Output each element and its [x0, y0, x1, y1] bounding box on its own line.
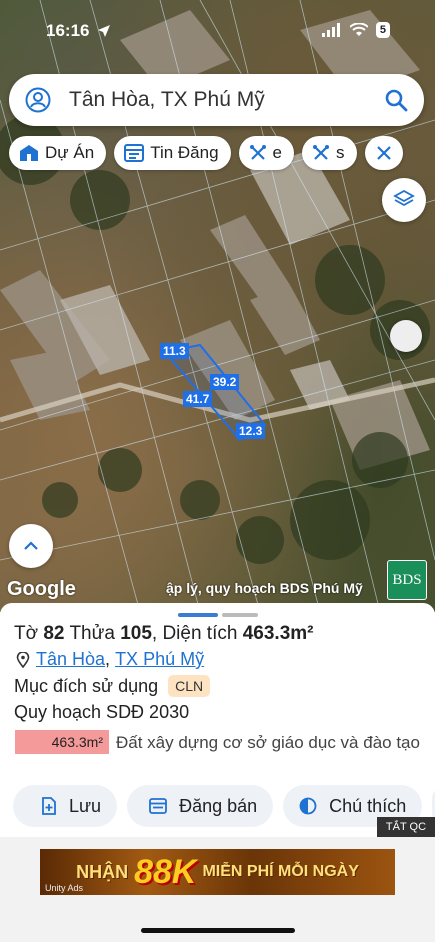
ward-link[interactable]: Tân Hòa: [36, 649, 105, 670]
signal-icon: [321, 23, 340, 37]
plan-area-bar: 463.3m²: [15, 730, 109, 754]
listing-icon: [149, 798, 167, 814]
plot-edge-label: 41.7: [183, 391, 213, 407]
save-button[interactable]: Lưu: [13, 785, 118, 827]
plot-edge-label: 39.2: [210, 374, 240, 390]
map-view[interactable]: 11.3 39.2 41.7 12.3 16:16 5 Tân Hòa, TX …: [0, 0, 435, 612]
plan-heading: Quy hoạch SDĐ 2030: [14, 702, 190, 722]
sheet-page-indicator[interactable]: [178, 613, 258, 617]
chip-tool-more[interactable]: [364, 136, 403, 170]
save-label: Lưu: [69, 795, 102, 816]
post-sale-button[interactable]: Đăng bán: [127, 785, 274, 827]
chip-label: Tin Đăng: [150, 143, 219, 162]
plot-edge-label: 11.3: [160, 343, 189, 359]
purpose-code-badge: CLN: [168, 675, 211, 697]
wifi-icon: [349, 23, 368, 36]
parcel-title: Tờ 82 Thửa 105, Diện tích 463.3m²: [14, 623, 314, 644]
battery-indicator: 5: [375, 22, 390, 38]
tools-icon: [313, 145, 330, 160]
lot-label: Thửa: [69, 623, 115, 644]
listing-icon: [124, 144, 145, 162]
page-dot: [222, 613, 258, 617]
ad-text-3: MIỄN PHÍ MỖI NGÀY: [202, 863, 359, 880]
parcel-address: Tân Hòa, TX Phú Mỹ: [16, 649, 204, 670]
layers-icon: [393, 189, 415, 207]
plot-edge-label: 12.3: [236, 423, 266, 439]
layers-button[interactable]: [382, 178, 426, 222]
post-sale-label: Đăng bán: [179, 795, 258, 816]
land-purpose: Mục đích sử dụng CLN: [14, 675, 211, 697]
map-drag-handle[interactable]: [390, 320, 422, 352]
ad-banner[interactable]: NHẬN 88K MIỄN PHÍ MỖI NGÀY Unity Ads: [40, 849, 395, 895]
map-credit: ập lý, quy hoạch BDS Phú Mỹ: [166, 580, 363, 596]
chip-label: Dự Án: [45, 143, 95, 162]
tools-icon: [249, 145, 266, 160]
chip-tool-e[interactable]: e: [238, 136, 295, 170]
tools-icon: [376, 146, 391, 160]
search-bar[interactable]: Tân Hòa, TX Phú Mỹ: [9, 74, 424, 126]
chip-label: e: [272, 143, 283, 162]
user-icon[interactable]: [25, 87, 51, 113]
home-indicator[interactable]: [141, 928, 295, 933]
close-ad-button[interactable]: TẮT QC: [377, 817, 435, 837]
expand-up-button[interactable]: [9, 524, 53, 568]
ad-sponsor: Unity Ads: [45, 883, 84, 893]
search-icon[interactable]: [384, 88, 408, 112]
chip-label: s: [336, 143, 345, 162]
legend-label: Chú thích: [329, 795, 407, 816]
purpose-label: Mục đích sử dụng: [14, 675, 159, 696]
area-value: 463.3m²: [242, 623, 314, 644]
search-input[interactable]: Tân Hòa, TX Phú Mỹ: [69, 88, 384, 112]
chevron-up-icon: [24, 541, 38, 550]
town-link[interactable]: TX Phú Mỹ: [115, 649, 204, 670]
contrast-icon: [299, 797, 317, 815]
parcel-info-sheet: Tờ 82 Thửa 105, Diện tích 463.3m² Tân Hò…: [0, 603, 435, 839]
sheet-number: 82: [43, 623, 65, 644]
sheet-label: Tờ: [14, 623, 39, 644]
ad-text-1: NHẬN: [76, 861, 129, 882]
building-icon: [20, 145, 38, 161]
ad-text-2: 88K: [134, 852, 197, 891]
chip-tool-s[interactable]: s: [302, 136, 357, 170]
ad-area: NHẬN 88K MIỄN PHÍ MỖI NGÀY Unity Ads: [0, 837, 435, 942]
google-logo: Google: [7, 578, 76, 600]
chip-du-an[interactable]: Dự Án: [9, 136, 107, 170]
plan-description: Đất xây dựng cơ sở giáo dục và đào tạo: [116, 733, 420, 752]
bds-logo[interactable]: BDS: [387, 560, 427, 600]
location-pin-icon: [16, 651, 30, 668]
area-label: Diện tích: [162, 623, 238, 644]
filter-chips: Dự Án Tin Đăng e s: [9, 136, 403, 170]
action-bar: Lưu Đăng bán Chú thích: [13, 785, 435, 827]
chip-tin-dang[interactable]: Tin Đăng: [114, 136, 231, 170]
status-bar: 16:16 5: [0, 0, 435, 60]
status-time: 16:16: [46, 21, 90, 40]
lot-number: 105: [120, 623, 152, 644]
location-arrow-icon: [98, 25, 110, 37]
page-dot-active: [178, 613, 218, 617]
add-file-icon: [42, 797, 56, 815]
